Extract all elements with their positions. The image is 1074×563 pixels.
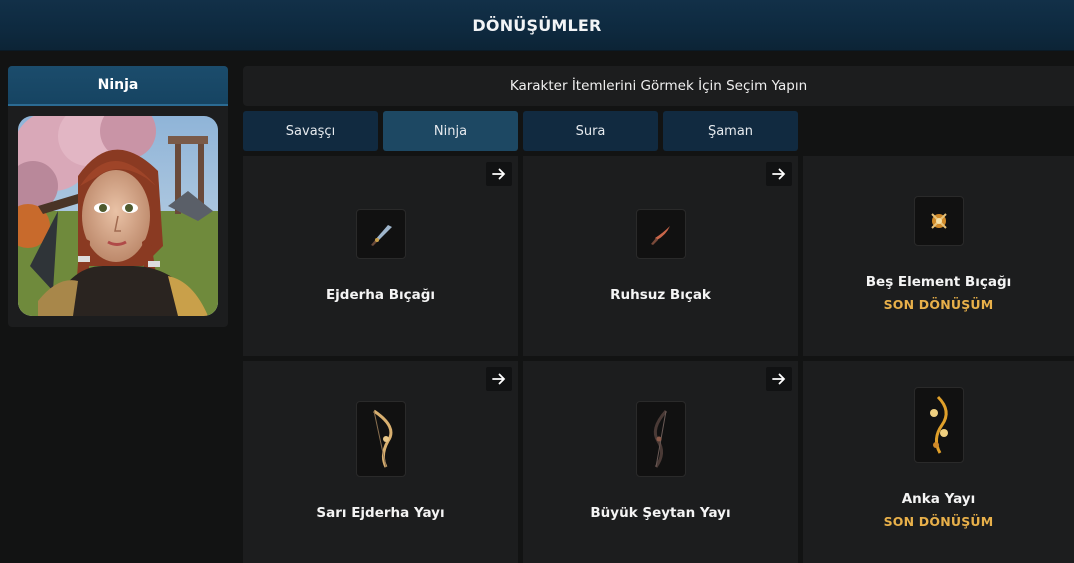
item-card[interactable]: Ruhsuz Bıçak — [523, 156, 798, 356]
item-card[interactable]: Büyük Şeytan Yayı — [523, 361, 798, 563]
item-name: Büyük Şeytan Yayı — [590, 505, 731, 521]
item-card[interactable]: Anka Yayı SON DÖNÜŞÜM — [803, 361, 1074, 563]
dagger-gold-icon — [913, 196, 964, 246]
dagger-red-icon — [635, 209, 686, 259]
item-card[interactable]: Sarı Ejderha Yayı — [243, 361, 518, 563]
item-name: Anka Yayı — [901, 491, 976, 507]
next-arrow-button[interactable] — [766, 162, 792, 186]
page-title: DÖNÜŞÜMLER — [472, 15, 602, 35]
item-grid: Ejderha Bıçağı Ruhsuz Bıçak Beş Element … — [243, 156, 1074, 563]
next-arrow-button[interactable] — [766, 367, 792, 391]
character-name: Ninja — [8, 66, 228, 106]
arrow-right-icon — [492, 168, 506, 180]
character-portrait — [18, 116, 218, 316]
final-transformation-badge: SON DÖNÜŞÜM — [883, 514, 994, 529]
class-tabs: Savaşçı Ninja Sura Şaman — [243, 111, 798, 151]
arrow-right-icon — [772, 373, 786, 385]
tab-sura[interactable]: Sura — [523, 111, 658, 151]
item-card[interactable]: Ejderha Bıçağı — [243, 156, 518, 356]
next-arrow-button[interactable] — [486, 367, 512, 391]
bow-phoenix-icon — [913, 387, 964, 463]
page-header: DÖNÜŞÜMLER — [0, 0, 1074, 51]
next-arrow-button[interactable] — [486, 162, 512, 186]
bow-dark-icon — [635, 401, 686, 477]
dagger-blue-icon — [355, 209, 406, 259]
bow-gold-icon — [355, 401, 406, 477]
item-card[interactable]: Beş Element Bıçağı SON DÖNÜŞÜM — [803, 156, 1074, 356]
item-name: Sarı Ejderha Yayı — [316, 505, 445, 521]
arrow-right-icon — [772, 168, 786, 180]
tab-saman[interactable]: Şaman — [663, 111, 798, 151]
item-name: Ejderha Bıçağı — [325, 287, 436, 303]
item-name: Ruhsuz Bıçak — [610, 287, 711, 303]
tab-savasci[interactable]: Savaşçı — [243, 111, 378, 151]
character-portrait-image — [18, 116, 218, 316]
selection-hint: Karakter İtemlerini Görmek İçin Seçim Ya… — [243, 66, 1074, 106]
final-transformation-badge: SON DÖNÜŞÜM — [883, 297, 994, 312]
item-name: Beş Element Bıçağı — [865, 274, 1012, 290]
arrow-right-icon — [492, 373, 506, 385]
character-panel: Ninja — [8, 66, 228, 327]
tab-ninja[interactable]: Ninja — [383, 111, 518, 151]
